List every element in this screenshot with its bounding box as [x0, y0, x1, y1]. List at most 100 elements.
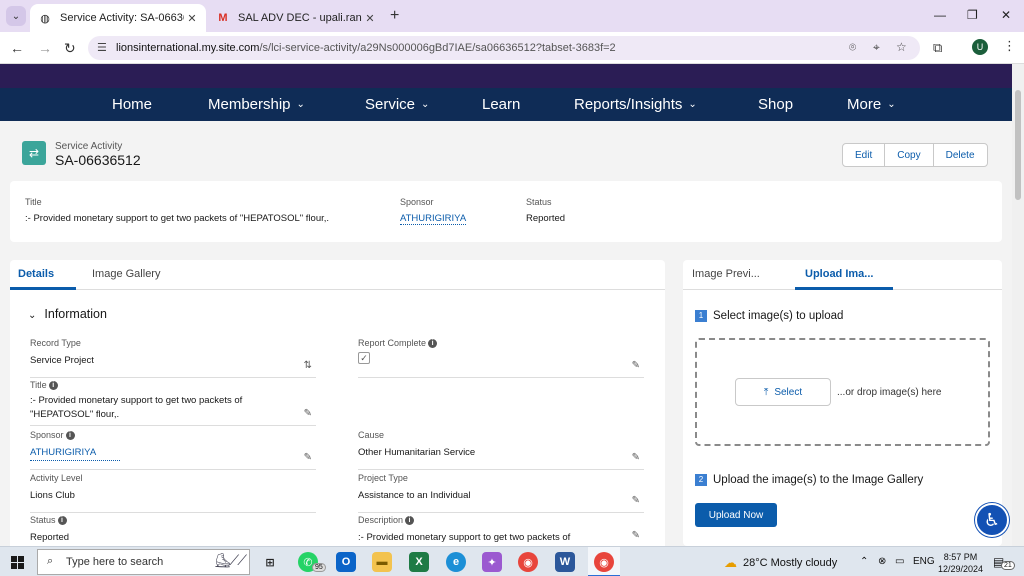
- nav-shop[interactable]: Shop: [758, 96, 793, 113]
- field-label: Report Complete: [358, 338, 427, 348]
- select-images-button[interactable]: ⤒ Select: [735, 378, 831, 406]
- excel-icon[interactable]: X: [409, 552, 429, 572]
- gmail-icon: M: [218, 12, 228, 24]
- info-icon[interactable]: i: [428, 338, 438, 348]
- info-icon[interactable]: i: [405, 515, 415, 525]
- step-number: 1: [695, 310, 707, 322]
- back-arrow-icon[interactable]: ←: [10, 40, 24, 56]
- edge-icon[interactable]: e: [446, 552, 466, 572]
- field-record-type: Record Type Service Project ⇅: [30, 338, 316, 378]
- location-icon[interactable]: ⌾: [849, 40, 856, 55]
- location-pin-icon[interactable]: ⌖: [873, 40, 880, 55]
- battery-icon[interactable]: ▭: [895, 556, 904, 567]
- outlook-icon[interactable]: O: [336, 552, 356, 572]
- scrollbar-thumb[interactable]: [1015, 90, 1021, 200]
- browser-tab-gmail[interactable]: M SAL ADV DEC - upali.ran55@gm ✕: [208, 4, 384, 32]
- bookmark-star-icon[interactable]: ☆: [896, 40, 907, 54]
- pencil-icon[interactable]: ✎: [304, 452, 312, 463]
- chrome-icon[interactable]: ◉: [518, 552, 538, 572]
- tab-image-gallery[interactable]: Image Gallery: [92, 268, 160, 280]
- section-information[interactable]: ⌄ Information: [28, 307, 107, 321]
- field-project-type: Project Type Assistance to an Individual…: [358, 473, 644, 513]
- field-value: Assistance to an Individual: [358, 490, 471, 501]
- nav-label: Membership: [208, 96, 291, 113]
- browser-menu-icon[interactable]: ⋮: [1003, 38, 1016, 54]
- windows-taskbar: ⌕ Type here to search ⛸⟋⟋ ⊞ ✆ 95 O ▬ X e…: [0, 546, 1024, 576]
- pencil-icon[interactable]: ✎: [632, 360, 640, 371]
- url-path: /s/lci-service-activity/a29Ns000006gBd7I…: [259, 42, 616, 54]
- close-icon[interactable]: ✕: [362, 12, 378, 25]
- field-title: Title i :- Provided monetary support to g…: [30, 380, 316, 426]
- chevron-down-icon: ⌄: [421, 99, 430, 110]
- upload-now-button[interactable]: Upload Now: [695, 503, 777, 527]
- active-tab-indicator: [10, 287, 76, 290]
- accessibility-icon[interactable]: ♿: [975, 503, 1009, 537]
- step-label: Select image(s) to upload: [713, 310, 844, 322]
- step-select-images: 1 Select image(s) to upload: [695, 310, 843, 322]
- change-record-type-icon[interactable]: ⇅: [304, 360, 312, 371]
- weather-widget[interactable]: ☁ 28°C Mostly cloudy: [724, 555, 837, 571]
- close-icon[interactable]: ✕: [184, 12, 200, 25]
- task-view-icon[interactable]: ⊞: [260, 552, 280, 572]
- tab-upload-images[interactable]: Upload Ima...: [805, 268, 873, 280]
- clock-date: 12/29/2024: [938, 564, 984, 574]
- nav-membership[interactable]: Membership ⌄: [208, 96, 305, 113]
- language-indicator[interactable]: ENG: [913, 556, 935, 567]
- pencil-icon[interactable]: ✎: [304, 408, 312, 419]
- nav-reports-insights[interactable]: Reports/Insights ⌄: [574, 96, 697, 113]
- search-highlight-icon: ⛸⟋⟋: [213, 552, 247, 568]
- extensions-icon[interactable]: ⧉: [933, 40, 942, 56]
- tab-image-preview[interactable]: Image Previ...: [692, 268, 760, 280]
- button-label: Select: [774, 386, 803, 398]
- delete-button[interactable]: Delete: [934, 144, 987, 166]
- info-icon[interactable]: i: [65, 430, 75, 440]
- reload-icon[interactable]: ↻: [64, 40, 76, 57]
- new-tab-button[interactable]: +: [390, 7, 399, 25]
- site-info-icon[interactable]: ☰: [97, 41, 107, 54]
- nav-label: Reports/Insights: [574, 96, 683, 113]
- minimize-icon[interactable]: —: [934, 8, 946, 22]
- profile-avatar[interactable]: U: [972, 39, 988, 55]
- field-value: :- Provided monetary support to get two …: [30, 395, 243, 420]
- browser-tab-service-activity[interactable]: ◍ Service Activity: SA-06636512 ✕: [30, 4, 206, 32]
- window-close-icon[interactable]: ✕: [1001, 8, 1011, 22]
- nav-label: Home: [112, 96, 153, 113]
- image-drop-zone[interactable]: ⤒ Select ...or drop image(s) here: [695, 338, 990, 446]
- field-label: Project Type: [358, 473, 408, 483]
- copy-button[interactable]: Copy: [885, 144, 934, 166]
- sponsor-link[interactable]: ATHURIGIRIYA: [400, 213, 467, 225]
- edit-button[interactable]: Edit: [843, 144, 886, 166]
- windows-start-icon[interactable]: [11, 556, 24, 569]
- taskbar-clock[interactable]: 8:57 PM 12/29/2024: [938, 551, 983, 575]
- nav-service[interactable]: Service ⌄: [365, 96, 429, 113]
- nav-home[interactable]: Home: [112, 96, 152, 113]
- tab-details[interactable]: Details: [18, 268, 54, 280]
- pencil-icon[interactable]: ✎: [632, 452, 640, 463]
- nav-learn[interactable]: Learn: [482, 96, 520, 113]
- restore-icon[interactable]: ❐: [967, 8, 978, 22]
- page-scrollbar[interactable]: [1012, 64, 1024, 546]
- copilot-icon[interactable]: ✦: [482, 552, 502, 572]
- nav-label: Learn: [482, 96, 521, 113]
- handshake-icon: ⇄: [22, 141, 46, 165]
- taskbar-search-input[interactable]: ⌕ Type here to search ⛸⟋⟋: [37, 549, 250, 575]
- highlights-panel: Title :- Provided monetary support to ge…: [10, 181, 1002, 242]
- report-complete-checkbox[interactable]: ✓: [358, 352, 370, 364]
- nav-more[interactable]: More ⌄: [847, 96, 896, 113]
- record-id: SA-06636512: [55, 152, 141, 168]
- pencil-icon[interactable]: ✎: [632, 530, 640, 541]
- file-explorer-icon[interactable]: ▬: [372, 552, 392, 572]
- info-icon[interactable]: i: [57, 515, 67, 525]
- record-type-label: Service Activity: [55, 141, 123, 152]
- tray-chevron-up-icon[interactable]: ⌃: [860, 556, 868, 567]
- sponsor-link[interactable]: ATHURIGIRIYA: [30, 446, 121, 461]
- weather-text: 28°C Mostly cloudy: [743, 557, 838, 569]
- pencil-icon[interactable]: ✎: [632, 495, 640, 506]
- forward-arrow-icon[interactable]: →: [38, 40, 52, 56]
- tab-search-button[interactable]: ⌄: [6, 6, 26, 26]
- network-icon[interactable]: ⊗: [878, 556, 886, 567]
- word-icon[interactable]: W: [555, 552, 575, 572]
- url-field[interactable]: ☰ lionsinternational.my.site.com/s/lci-s…: [88, 36, 920, 60]
- info-icon[interactable]: i: [48, 380, 58, 390]
- chrome-profile-icon[interactable]: ◉: [594, 552, 614, 572]
